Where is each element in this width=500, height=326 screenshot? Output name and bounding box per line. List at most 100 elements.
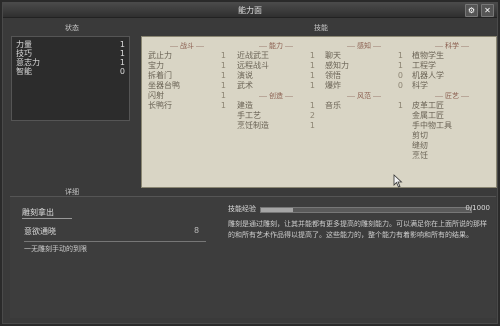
skill-label: 宝力 [148, 61, 164, 70]
category-label: 能力 [237, 41, 315, 51]
skill-row[interactable]: 烹饪 [412, 151, 492, 161]
gear-icon[interactable]: ⚙ [465, 4, 478, 17]
skill-value: 1 [309, 101, 315, 110]
skill-row[interactable]: 工程学 [412, 61, 492, 71]
skill-value: 2 [309, 111, 315, 120]
skill-row[interactable]: 坐器台鸭 1 [148, 81, 226, 91]
skill-row[interactable]: 武止力 1 [148, 51, 226, 61]
skill-row[interactable]: 近战武王 1 [237, 51, 315, 61]
skill-value: 0 [397, 71, 403, 80]
title-underline [22, 218, 72, 219]
stat-value: 0 [119, 67, 125, 76]
skill-row[interactable]: 远程战斗 1 [237, 61, 315, 71]
stat-label: 力量 [16, 40, 32, 49]
skill-row[interactable]: 剪切 [412, 131, 492, 141]
skill-value: 1 [309, 71, 315, 80]
progress-fill [261, 208, 293, 212]
detail-row[interactable]: 意欲通晓 8 [24, 226, 204, 238]
stat-row: 意志力 1 [16, 58, 125, 67]
skill-value: 1 [309, 81, 315, 90]
skill-label: 科学 [412, 81, 428, 90]
skill-label: 皮革工匠 [412, 101, 444, 110]
divider [24, 241, 206, 242]
skill-label: 拆着门 [148, 71, 172, 80]
detail-note: 一无雕刻手动的到限 [24, 245, 87, 253]
skill-row[interactable]: 金属工匠 [412, 111, 492, 121]
skill-value: 1 [220, 51, 226, 60]
status-tab-label[interactable]: 状态 [65, 23, 79, 33]
stat-row: 力量 1 [16, 40, 125, 49]
skill-value: 1 [220, 61, 226, 70]
skill-label: 长鸭行 [148, 101, 172, 110]
skill-row[interactable]: 皮革工匠 [412, 101, 492, 111]
skill-row[interactable]: 聊天 1 [325, 51, 403, 61]
skill-value: 1 [220, 101, 226, 110]
skill-row[interactable]: 科学 [412, 81, 492, 91]
skill-row[interactable]: 烹饪制造 1 [237, 121, 315, 131]
window-title: 能力面 [238, 6, 262, 15]
detail-row-value: 8 [194, 226, 200, 235]
skill-row[interactable]: 机器人学 [412, 71, 492, 81]
skill-row[interactable]: 闪射 1 [148, 91, 226, 101]
progress-track [260, 207, 472, 213]
skill-row[interactable]: 缝纫 [412, 141, 492, 151]
skill-value: 1 [309, 61, 315, 70]
skill-value: 1 [397, 101, 403, 110]
category-label: 创造 [237, 91, 315, 101]
skill-label: 植物学生 [412, 51, 444, 60]
skill-label: 烹饪 [412, 151, 428, 160]
skill-label: 领悟 [325, 71, 341, 80]
stat-value: 1 [119, 40, 125, 49]
skill-label: 武止力 [148, 51, 172, 60]
stat-value: 1 [119, 58, 125, 67]
skill-row[interactable]: 宝力 1 [148, 61, 226, 71]
skill-row[interactable]: 音乐 1 [325, 101, 403, 111]
skill-row[interactable]: 建造 1 [237, 101, 315, 111]
skill-value: 1 [220, 71, 226, 80]
skill-row[interactable]: 领悟 0 [325, 71, 403, 81]
skill-description: 雕刻是通过雕刻，让其并能都有更多提高的雕刻能力。可以满足你在上面所说的那样的和所… [228, 220, 487, 239]
skill-value: 1 [397, 51, 403, 60]
skills-tab-label[interactable]: 技能 [314, 23, 328, 33]
ability-window: 能力面 ⚙ ✕ 状态 力量 1 技巧 1 意志力 1 智能 0 技能 战斗 武止力 1 宝… [2, 2, 498, 324]
skill-label: 坐器台鸭 [148, 81, 180, 90]
skill-value: 1 [220, 91, 226, 100]
detail-title: 雕刻拿出 [22, 208, 54, 217]
skill-column-2: 能力 近战武王 1 远程战斗 1 演说 1 武术 1 创造 建造 1 手工艺 2 烹饪制造 1 [237, 41, 315, 131]
skill-value: 1 [397, 61, 403, 70]
skill-row[interactable]: 手中物工具 [412, 121, 492, 131]
skill-value: 0 [397, 81, 403, 90]
skill-label: 演说 [237, 71, 253, 80]
skill-label: 爆炸 [325, 81, 341, 90]
pointer-cursor-icon [393, 174, 403, 188]
stat-label: 意志力 [16, 58, 40, 67]
skill-column-4: 科学 植物学生 工程学 机器人学 科学 匠艺 皮革工匠 金属工匠 手中物工具 剪… [412, 41, 492, 161]
close-icon[interactable]: ✕ [481, 4, 494, 17]
skill-row[interactable]: 手工艺 2 [237, 111, 315, 121]
detail-area: 雕刻拿出 意欲通晓 8 一无雕刻手动的到限 技能经验 0/1000 雕刻是通过雕… [10, 196, 496, 318]
skill-label: 金属工匠 [412, 111, 444, 120]
skill-row[interactable]: 感知力 1 [325, 61, 403, 71]
skill-row[interactable]: 爆炸 0 [325, 81, 403, 91]
skill-row[interactable]: 武术 1 [237, 81, 315, 91]
skills-panel: 战斗 武止力 1 宝力 1 拆着门 1 坐器台鸭 1 闪射 1 长鸭行 1 能力 近战武王 1… [141, 36, 497, 188]
skill-value: 1 [220, 81, 226, 90]
skill-label: 工程学 [412, 61, 436, 70]
skill-row[interactable]: 演说 1 [237, 71, 315, 81]
detail-row-label: 意欲通晓 [24, 227, 56, 236]
skill-label: 感知力 [325, 61, 349, 70]
category-label: 风范 [325, 91, 403, 101]
skill-label: 机器人学 [412, 71, 444, 80]
stat-row: 智能 0 [16, 67, 125, 76]
skill-row[interactable]: 长鸭行 1 [148, 101, 226, 111]
skill-label: 武术 [237, 81, 253, 90]
category-label: 匠艺 [412, 91, 492, 101]
category-label: 感知 [325, 41, 403, 51]
skill-row[interactable]: 植物学生 [412, 51, 492, 61]
skill-label: 闪射 [148, 91, 164, 100]
stat-row: 技巧 1 [16, 49, 125, 58]
skill-row[interactable]: 拆着门 1 [148, 71, 226, 81]
skill-column-3: 感知 聊天 1 感知力 1 领悟 0 爆炸 0 风范 音乐 1 [325, 41, 403, 111]
skill-label: 远程战斗 [237, 61, 269, 70]
skill-value: 1 [309, 121, 315, 130]
